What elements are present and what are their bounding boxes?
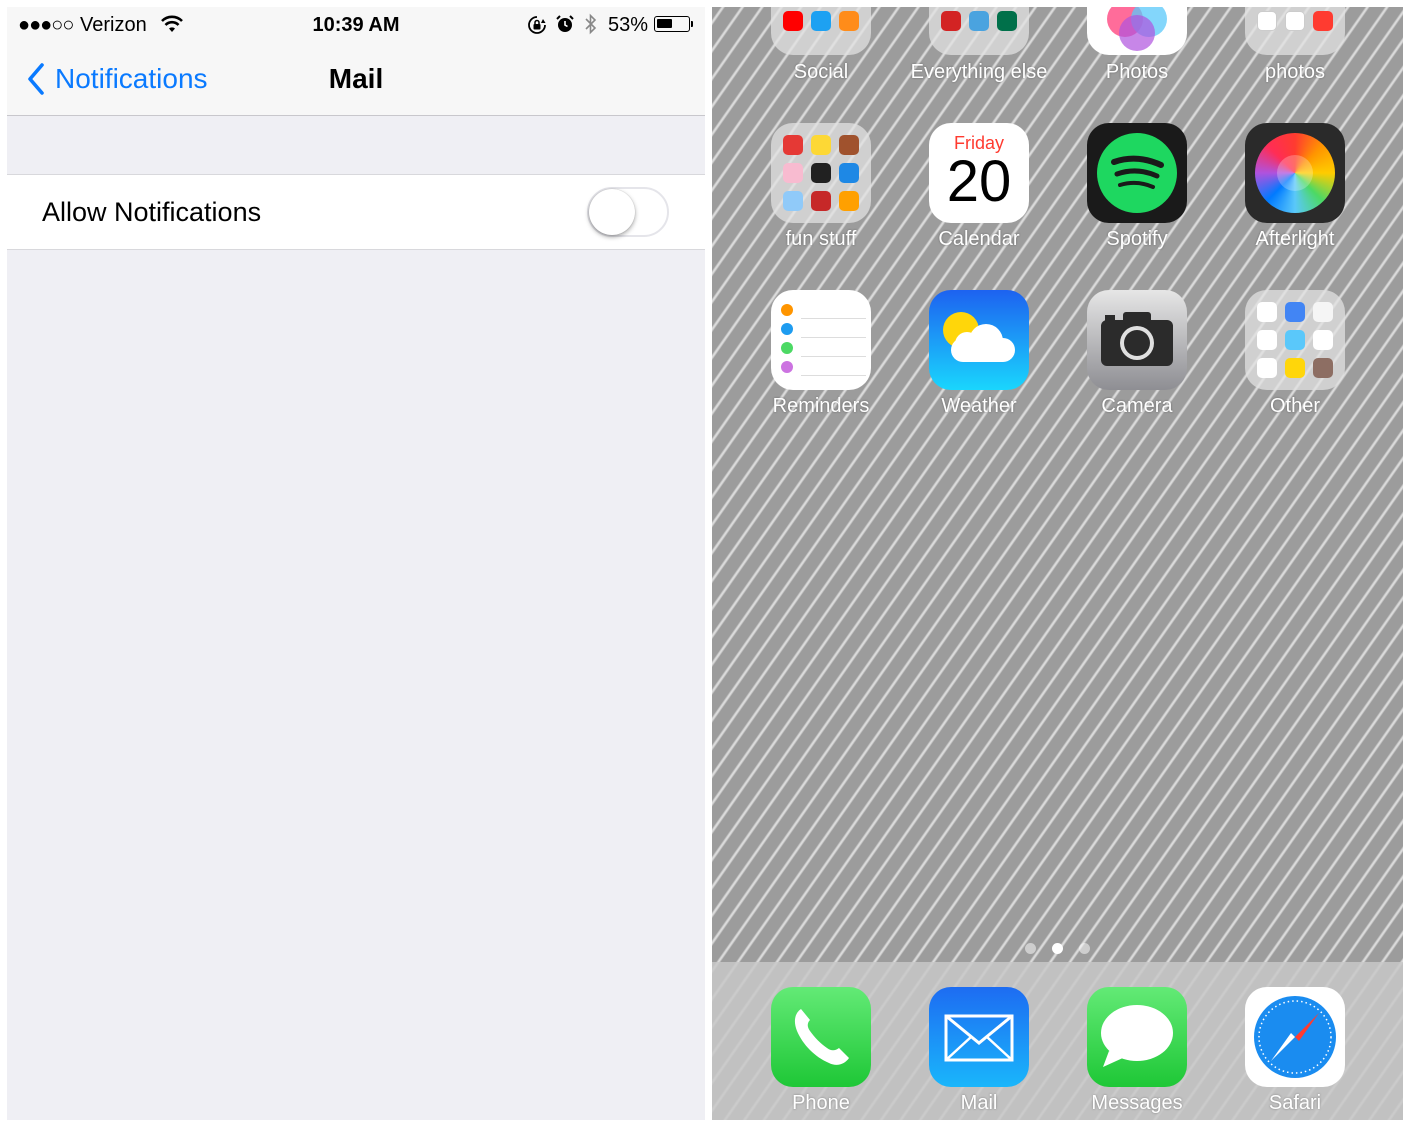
app-label: Afterlight bbox=[1255, 228, 1335, 250]
photos-app[interactable] bbox=[1087, 7, 1187, 55]
allow-notifications-row: Allow Notifications bbox=[7, 174, 705, 250]
page-dot bbox=[1079, 943, 1090, 954]
navigation-bar: ●●●○○ Verizon 10:39 AM 53% Notifications… bbox=[7, 7, 705, 116]
reminders-app[interactable] bbox=[771, 290, 871, 390]
app-label: Phone bbox=[792, 1092, 850, 1114]
battery-nub bbox=[691, 21, 693, 27]
mail-icon bbox=[944, 1014, 1014, 1062]
app-label: Everything else bbox=[910, 61, 1048, 83]
app-label: Weather bbox=[941, 395, 1017, 417]
fun-stuff-folder[interactable] bbox=[771, 123, 871, 223]
calendar-date: 20 bbox=[946, 149, 1012, 214]
photos-folder[interactable] bbox=[1245, 7, 1345, 55]
other-folder[interactable] bbox=[1245, 290, 1345, 390]
calendar-app[interactable]: Friday 20 bbox=[929, 123, 1029, 223]
settings-screen: ●●●○○ Verizon 10:39 AM 53% Notifications… bbox=[7, 7, 705, 1120]
app-label: fun stuff bbox=[785, 228, 857, 250]
page-indicator[interactable] bbox=[712, 941, 1403, 959]
app-label: Mail bbox=[960, 1092, 998, 1114]
app-label: Spotify bbox=[1106, 228, 1168, 250]
page-title: Mail bbox=[328, 63, 384, 94]
allow-notifications-label: Allow Notifications bbox=[42, 197, 262, 227]
everything-else-folder[interactable] bbox=[929, 7, 1029, 55]
spotify-app[interactable] bbox=[1087, 123, 1187, 223]
toggle-knob bbox=[589, 189, 635, 235]
app-label: photos bbox=[1264, 61, 1326, 83]
battery-icon bbox=[654, 16, 690, 32]
phone-app[interactable] bbox=[771, 987, 871, 1087]
app-label: Photos bbox=[1105, 61, 1169, 83]
page-dot-current bbox=[1052, 943, 1063, 954]
allow-notifications-toggle[interactable] bbox=[587, 187, 669, 237]
mail-app[interactable] bbox=[929, 987, 1029, 1087]
social-folder[interactable] bbox=[771, 7, 871, 55]
messages-app[interactable] bbox=[1087, 987, 1187, 1087]
home-screen: Social Everything else Photos photos fun bbox=[712, 7, 1403, 1120]
app-label: Other bbox=[1269, 395, 1321, 417]
battery-percent: 53% bbox=[608, 14, 649, 36]
app-label: Messages bbox=[1091, 1092, 1183, 1114]
app-label: Calendar bbox=[938, 228, 1020, 250]
spotify-icon bbox=[1097, 133, 1177, 213]
phone-icon bbox=[794, 1009, 849, 1065]
message-bubble-icon bbox=[1101, 1005, 1173, 1067]
app-label: Camera bbox=[1101, 395, 1173, 417]
rotation-lock-icon bbox=[528, 16, 546, 34]
app-label: Safari bbox=[1268, 1092, 1322, 1114]
safari-app[interactable] bbox=[1245, 987, 1345, 1087]
compass-icon bbox=[1254, 996, 1336, 1078]
bluetooth-icon bbox=[585, 13, 597, 35]
status-time: 10:39 AM bbox=[312, 14, 400, 36]
app-label: Social bbox=[793, 61, 849, 83]
app-label: Reminders bbox=[772, 395, 870, 417]
page-dot bbox=[1025, 943, 1036, 954]
alarm-icon bbox=[556, 15, 574, 32]
camera-icon bbox=[1101, 312, 1173, 366]
camera-app[interactable] bbox=[1087, 290, 1187, 390]
weather-app[interactable] bbox=[929, 290, 1029, 390]
afterlight-app[interactable] bbox=[1245, 123, 1345, 223]
battery-fill bbox=[657, 19, 672, 28]
dock: Phone Mail Messages Safari bbox=[712, 962, 1403, 1120]
